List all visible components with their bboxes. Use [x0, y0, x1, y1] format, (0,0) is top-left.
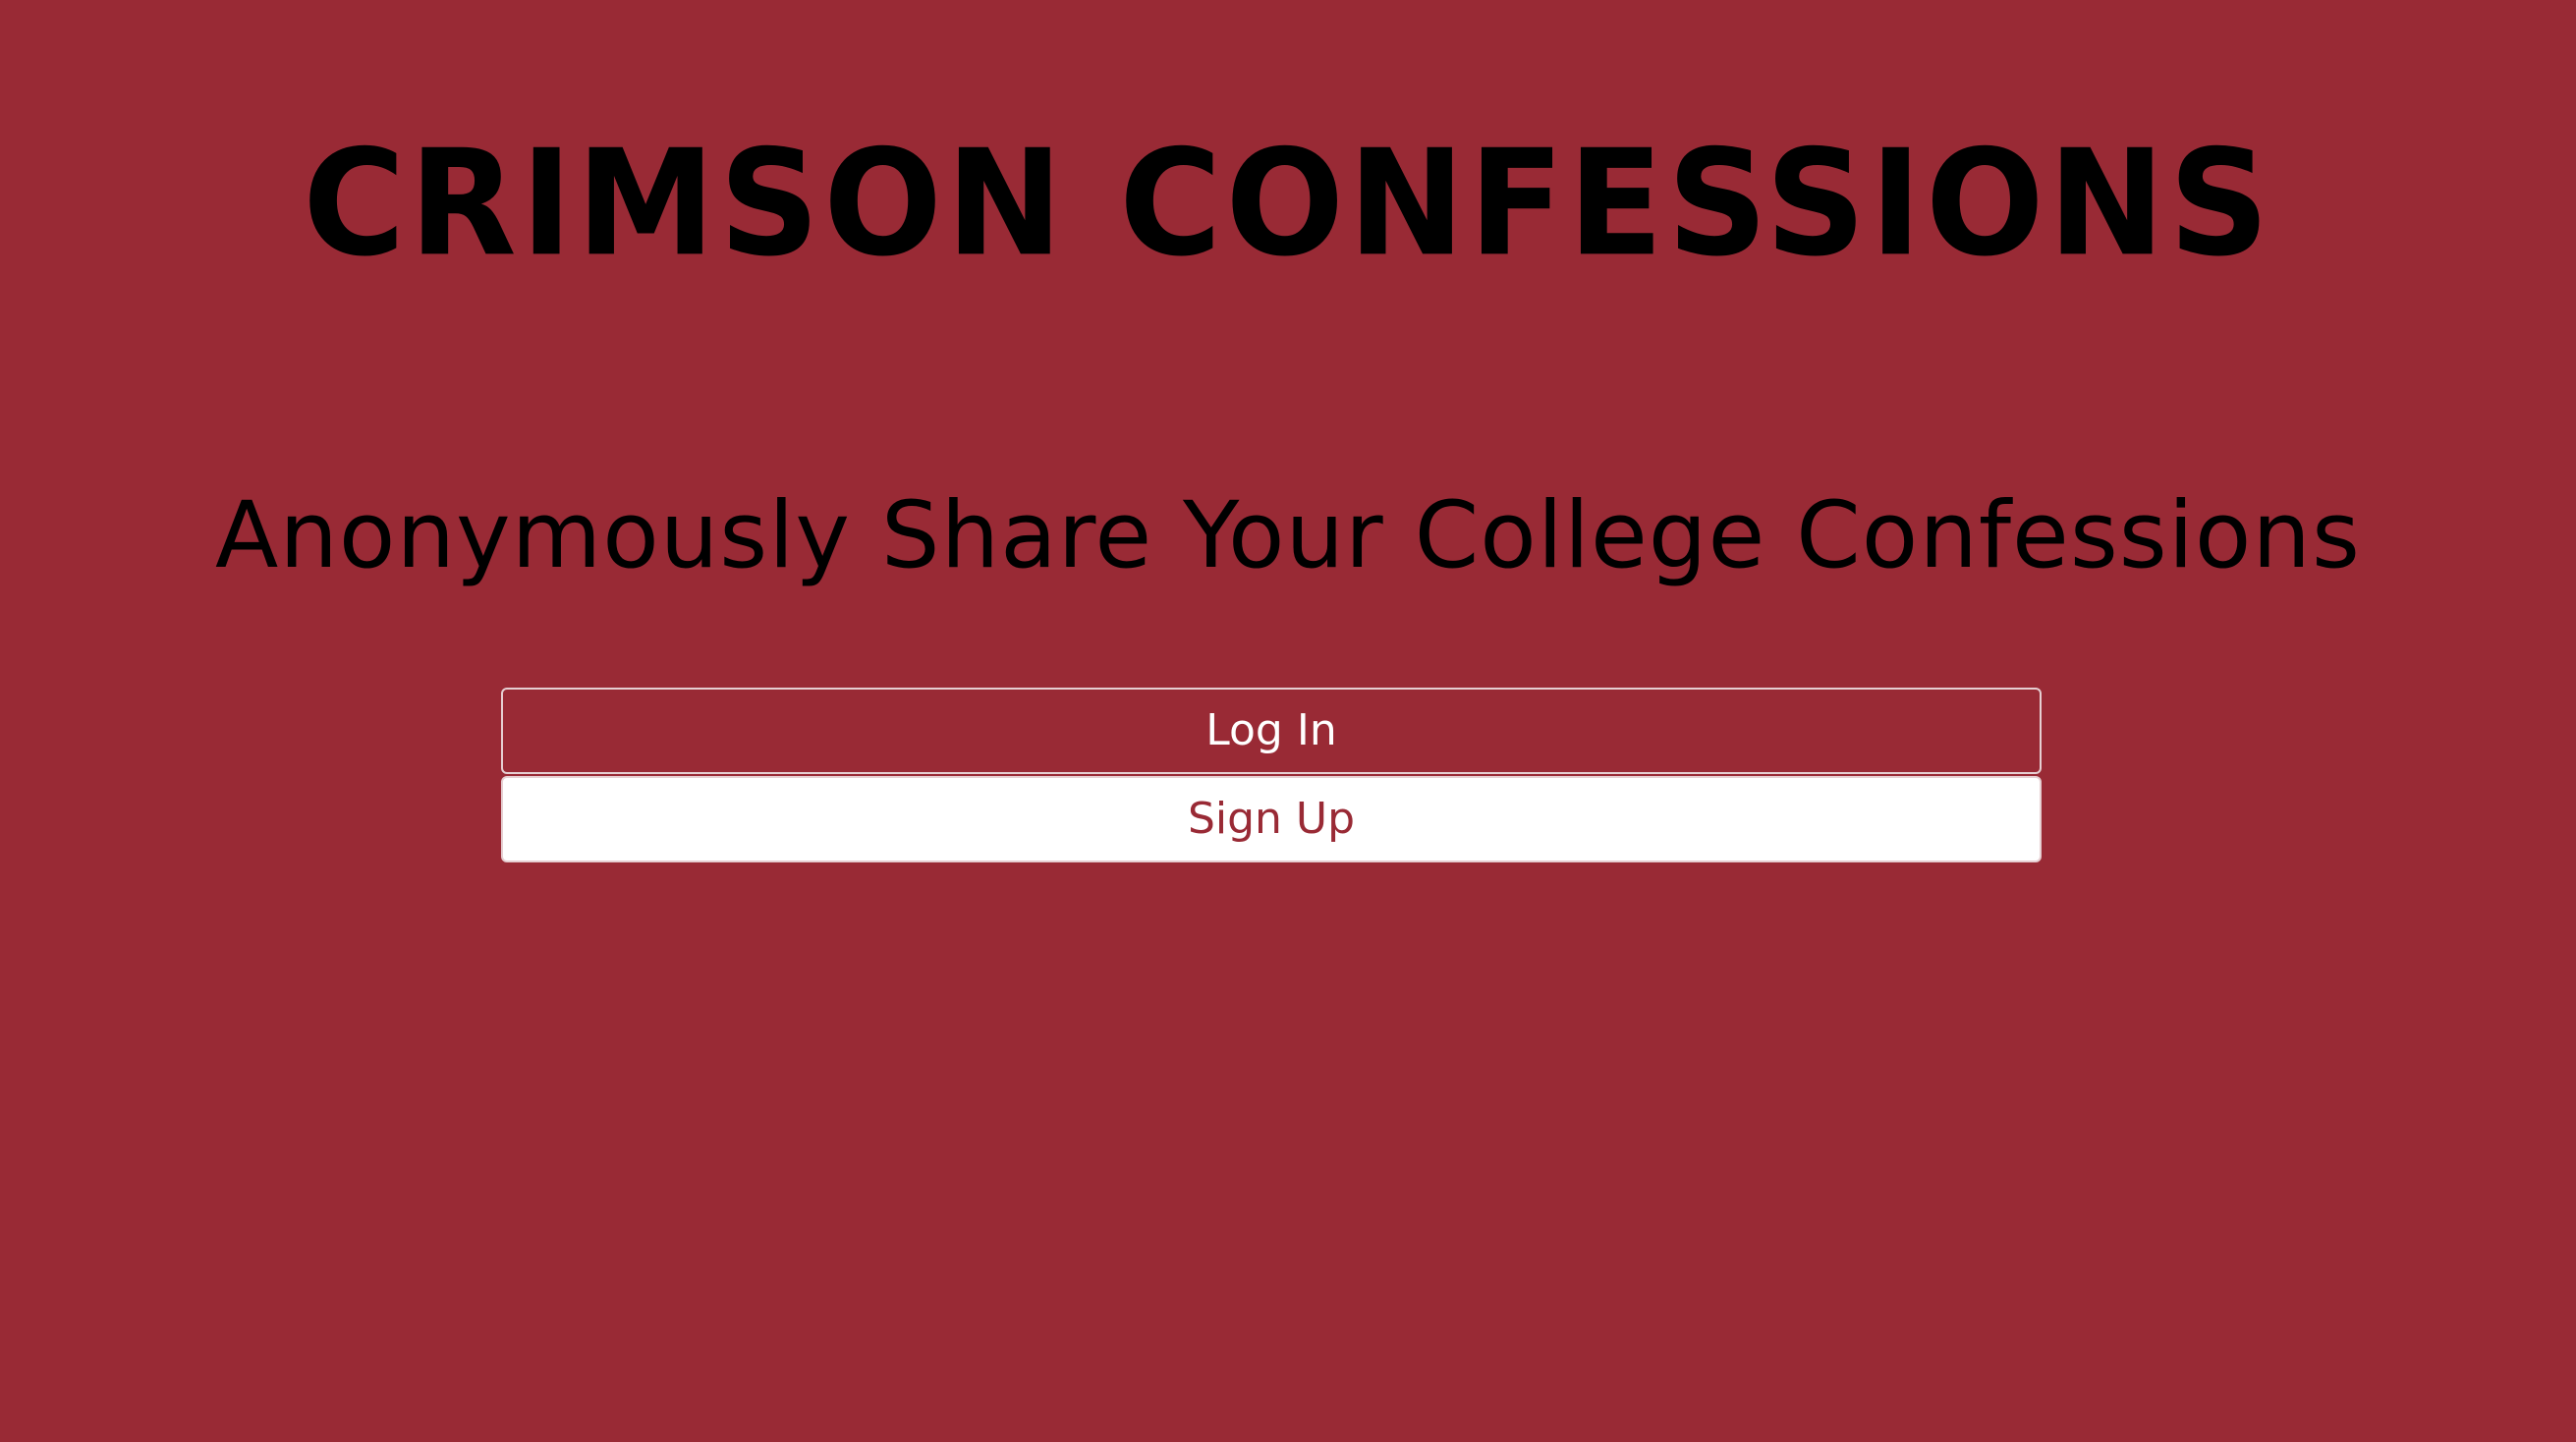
auth-buttons: Log In Sign Up [501, 688, 2042, 862]
signup-button[interactable]: Sign Up [501, 776, 2042, 862]
landing-page: CRIMSON CONFESSIONS Anonymously Share Yo… [0, 0, 2576, 1442]
tagline: Anonymously Share Your College Confessio… [215, 482, 2361, 589]
login-button[interactable]: Log In [501, 688, 2042, 774]
site-title: CRIMSON CONFESSIONS [303, 118, 2273, 290]
